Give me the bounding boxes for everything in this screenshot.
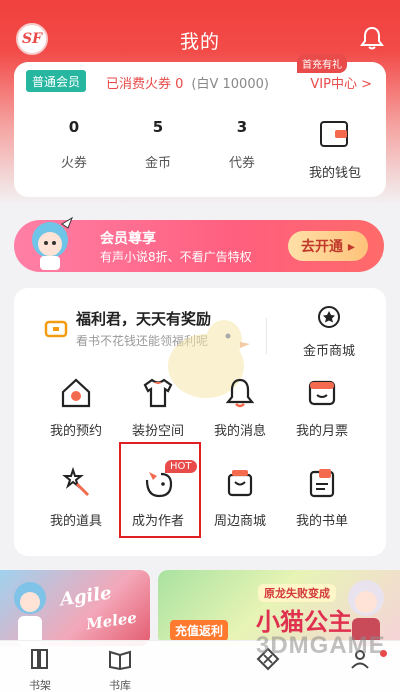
coin-shop[interactable]: 金币商城	[284, 304, 374, 359]
notification-dot	[380, 650, 387, 657]
mascot-girl-icon	[32, 216, 74, 270]
grid-label: 装扮空间	[131, 424, 184, 439]
my-wallet[interactable]: 我的钱包	[290, 118, 380, 181]
bookshelf-icon	[31, 649, 48, 669]
grid-monthly-tickets[interactable]: 我的月票	[280, 376, 364, 439]
wallet-icon	[320, 121, 348, 147]
banner-left-line1: Agile	[58, 582, 113, 611]
coin-shop-label: 金币商城	[302, 344, 355, 359]
magic-wand-icon	[62, 466, 90, 497]
grid-merch-shop[interactable]: 周边商城	[198, 466, 282, 529]
activate-vip-button[interactable]: 去开通 ▸	[288, 231, 368, 261]
stat-label: 代券	[228, 156, 255, 171]
tab-library[interactable]: 书库	[90, 647, 150, 692]
member-badge: 普通会员	[26, 70, 87, 92]
shopping-bag-icon	[227, 470, 253, 497]
divider	[266, 318, 267, 354]
open-book-icon	[109, 650, 131, 671]
grid-my-reservations[interactable]: 我的预约	[34, 376, 118, 439]
tshirt-icon	[143, 378, 173, 408]
page-title: 我的	[179, 31, 220, 53]
tab-label: 书库	[109, 679, 131, 692]
vip-banner-title: 会员尊享	[100, 231, 156, 247]
calendar-house-icon	[61, 378, 91, 408]
consumed-text: 已消费火券 0 (白V 10000)	[106, 73, 269, 92]
account-card: 普通会员 已消费火券 0 (白V 10000) VIP中心 > 0 火券 5 金币…	[14, 62, 386, 197]
vip-banner[interactable]: 会员尊享 有声小说8折、不看广告特权 去开通 ▸	[14, 216, 384, 272]
vip-banner-subtitle: 有声小说8折、不看广告特权	[100, 250, 252, 264]
grid-label: 我的月票	[295, 424, 348, 439]
grid-label: 我的预约	[49, 424, 102, 439]
stat-label: 金币	[144, 156, 171, 171]
grid-label: 我的书单	[295, 514, 348, 529]
stat-value: 5	[152, 118, 164, 136]
banner-right-tag: 充值返利	[170, 620, 229, 641]
grid-label: 我的道具	[49, 514, 102, 529]
tab-label: 书架	[29, 679, 51, 692]
anime-girl-icon	[14, 582, 46, 646]
stat-coins[interactable]: 5 金币	[128, 118, 188, 171]
book-list-icon	[309, 469, 335, 498]
hot-tag: HOT	[165, 460, 197, 473]
stat-value: 3	[236, 118, 248, 136]
tab-bookshelf[interactable]: 书架	[10, 647, 70, 692]
watermark: 3DMGAME	[256, 632, 386, 659]
grid-my-booklist[interactable]: 我的书单	[280, 466, 364, 529]
star-medal-icon	[318, 306, 340, 328]
stat-huoquan[interactable]: 0 火券	[44, 118, 104, 171]
grid-label: 周边商城	[213, 514, 266, 529]
grid-my-messages[interactable]: 我的消息	[198, 376, 282, 439]
wallet-label: 我的钱包	[308, 166, 361, 181]
bai-v-text: (白V 10000)	[191, 77, 269, 92]
stat-label: 火券	[60, 156, 87, 171]
stat-value: 0	[68, 118, 80, 136]
ticket-icon	[308, 380, 336, 406]
notification-bell-icon[interactable]	[358, 24, 386, 52]
first-charge-tag: 首充有礼	[297, 54, 347, 73]
stat-vouchers[interactable]: 3 代券	[212, 118, 272, 171]
bell-icon	[225, 378, 255, 408]
banner-right-small: 原龙失败变成	[258, 584, 336, 602]
grid-label: 我的消息	[213, 424, 266, 439]
highlight-frame	[119, 442, 201, 538]
grid-my-items[interactable]: 我的道具	[34, 466, 118, 529]
treasure-chest-icon	[44, 320, 68, 338]
promo-banner-left[interactable]: Agile Melee	[0, 570, 150, 646]
consumed-value: 已消费火券 0	[106, 77, 184, 92]
banner-left-line2: Melee	[84, 608, 138, 634]
vip-center-link[interactable]: VIP中心 >	[310, 73, 372, 92]
grid-dressup-space[interactable]: 装扮空间	[116, 376, 200, 439]
